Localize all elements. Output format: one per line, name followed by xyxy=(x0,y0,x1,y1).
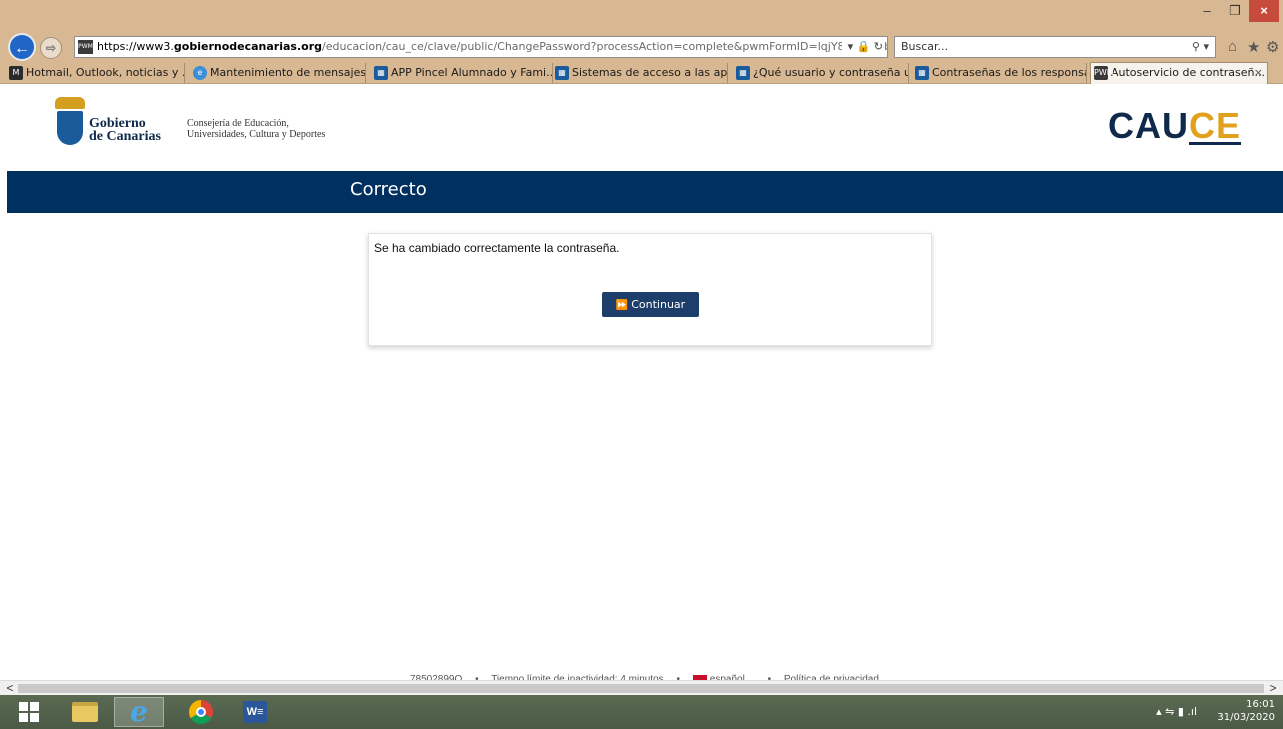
tab-autoservicio[interactable]: PWM Autoservicio de contraseñ... × xyxy=(1090,62,1268,84)
taskbar-chrome[interactable] xyxy=(176,697,226,727)
clock-time: 16:01 xyxy=(1246,699,1275,710)
search-placeholder: Buscar... xyxy=(901,40,949,53)
site-favicon-icon: PWM xyxy=(78,40,93,54)
tools-gear-icon[interactable]: ⚙ xyxy=(1266,38,1279,56)
address-bar[interactable]: PWM https://www3.gobiernodecanarias.org/… xyxy=(74,36,888,58)
continue-label: Continuar xyxy=(631,298,686,311)
clock-date: 31/03/2020 xyxy=(1217,712,1275,723)
windows-taskbar: e W≡ ▴ ⇋ ▮ .ıl 16:01 31/03/2020 xyxy=(0,695,1283,729)
favorite-label: Contraseñas de los responsa... xyxy=(932,66,1087,79)
gobierno-crest-icon xyxy=(55,97,85,147)
success-panel: Se ha cambiado correctamente la contrase… xyxy=(368,233,932,346)
close-button[interactable]: × xyxy=(1249,0,1279,22)
taskbar-word[interactable]: W≡ xyxy=(230,697,280,727)
pwm-icon: PWM xyxy=(1094,66,1114,80)
success-message: Se ha cambiado correctamente la contrase… xyxy=(374,241,620,255)
gobierno-icon: ▦ xyxy=(915,66,929,80)
scrollbar-thumb[interactable] xyxy=(18,684,1264,693)
maximize-button[interactable]: ❐ xyxy=(1221,0,1249,22)
ie-icon: e xyxy=(193,66,207,80)
department-name: Consejería de Educación, Universidades, … xyxy=(187,118,325,140)
favorite-label: APP Pincel Alumnado y Fami... xyxy=(391,66,553,79)
favorite-label: Sistemas de acceso a las apli... xyxy=(572,66,728,79)
title-band: Correcto xyxy=(7,171,1283,213)
home-icon[interactable]: ⌂ xyxy=(1228,38,1237,55)
favorite-pincel[interactable]: ▦ APP Pincel Alumnado y Fami... xyxy=(371,63,553,83)
favorite-contrasenas[interactable]: ▦ Contraseñas de los responsa... xyxy=(912,63,1087,83)
continue-button[interactable]: ⏩ Continuar xyxy=(602,292,699,317)
gobierno-icon: ▦ xyxy=(736,66,750,80)
windows-logo-icon xyxy=(19,702,39,722)
brand-part-1: CAU xyxy=(1108,105,1189,146)
search-input[interactable]: Buscar... ⚲ ▾ xyxy=(894,36,1216,58)
site-header: Gobierno de Canarias Consejería de Educa… xyxy=(0,85,1283,171)
address-protocol: https://www3. xyxy=(97,40,174,53)
internet-explorer-icon: e xyxy=(130,695,148,728)
tab-label: Autoservicio de contraseñ... xyxy=(1111,66,1265,79)
chrome-icon xyxy=(189,700,213,724)
clock[interactable]: 16:01 31/03/2020 xyxy=(1215,698,1275,724)
favorite-que-usuario[interactable]: ▦¿Qué usuario y contraseña us... xyxy=(733,63,909,83)
close-tab-icon[interactable]: × xyxy=(1254,63,1263,83)
dept-line-2: Universidades, Cultura y Deportes xyxy=(187,129,326,140)
favorite-label: ¿Qué usuario y contraseña us... xyxy=(753,66,908,79)
favorite-hotmail[interactable]: M Hotmail, Outlook, noticias y ... xyxy=(6,63,185,83)
favorite-label: Mantenimiento de mensajes xyxy=(210,66,366,79)
dept-line-1: Consejería de Educación, xyxy=(187,118,289,129)
brand-part-2: CE xyxy=(1189,105,1242,146)
favorites-star-icon[interactable]: ★ xyxy=(1247,38,1260,56)
favorite-sistemas[interactable]: ▦ Sistemas de acceso a las apli... xyxy=(552,63,728,83)
gobierno-icon: ▦ xyxy=(374,66,388,80)
folder-icon xyxy=(72,702,98,722)
gobierno-icon: ▦ xyxy=(555,66,569,80)
scroll-left-icon[interactable]: < xyxy=(2,681,18,696)
navigation-bar: ← ⇨ PWM https://www3.gobiernodecanarias.… xyxy=(0,30,1283,62)
msn-icon: M xyxy=(9,66,23,80)
start-button[interactable] xyxy=(4,697,54,727)
address-path: /educacion/cau_ce/clave/public/ChangePas… xyxy=(322,40,888,53)
taskbar-file-explorer[interactable] xyxy=(60,697,110,727)
favorite-mantenimiento[interactable]: e Mantenimiento de mensajes xyxy=(190,63,366,83)
favorites-bar: M Hotmail, Outlook, noticias y ... e Mante… xyxy=(0,62,1283,84)
word-icon: W≡ xyxy=(243,701,267,723)
minimize-button[interactable]: – xyxy=(1193,0,1221,22)
forward-arrow-icon: ⇨ xyxy=(45,41,57,55)
page-title: Correcto xyxy=(350,179,427,200)
horizontal-scrollbar[interactable]: < > xyxy=(0,680,1283,695)
scroll-right-icon[interactable]: > xyxy=(1265,681,1281,696)
favorite-label: Hotmail, Outlook, noticias y ... xyxy=(26,66,185,79)
address-actions[interactable]: ▾ 🔒 ↻ xyxy=(841,37,883,57)
back-arrow-icon: ← xyxy=(14,40,30,57)
taskbar-internet-explorer[interactable]: e xyxy=(114,697,164,727)
browser-titlebar: – ❐ × xyxy=(0,0,1283,30)
cauce-logo: CAUCE xyxy=(1108,105,1241,147)
gobierno-logo-text: Gobierno de Canarias xyxy=(89,117,161,144)
tray-icons[interactable]: ▴ ⇋ ▮ .ıl xyxy=(1156,705,1197,718)
search-icon[interactable]: ⚲ ▾ xyxy=(1192,37,1209,57)
address-domain: gobiernodecanarias.org xyxy=(173,40,323,53)
back-button[interactable]: ← xyxy=(8,33,36,61)
fast-forward-icon: ⏩ xyxy=(615,300,629,311)
gob-name-line-2: de Canarias xyxy=(89,129,161,144)
forward-button[interactable]: ⇨ xyxy=(40,37,62,59)
